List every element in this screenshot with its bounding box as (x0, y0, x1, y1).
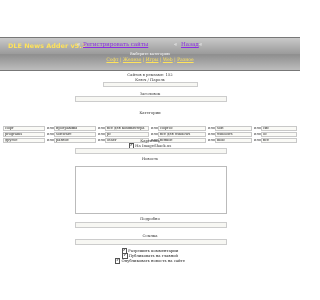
or-label: или (151, 126, 158, 130)
category-field[interactable]: pc (105, 132, 149, 137)
category-field[interactable]: software (54, 132, 96, 137)
separator: « (174, 42, 178, 48)
link-label: Ссылка (142, 233, 158, 238)
app-title: DLE News Adder v5.1 (8, 42, 87, 50)
news-label: Новость (141, 156, 159, 161)
image-url-input[interactable] (75, 148, 227, 154)
nav-games[interactable]: Игры (146, 58, 159, 63)
categories-label: Категории (139, 110, 161, 115)
category-row: софт или программы или все для компьютер… (3, 126, 297, 131)
more-input[interactable] (75, 222, 227, 228)
category-field[interactable]: ос (261, 132, 297, 137)
separator: « (77, 42, 81, 48)
title-input[interactable] (75, 96, 227, 102)
or-label: или (208, 132, 215, 136)
category-field[interactable]: сис (261, 126, 297, 131)
or-label: или (98, 126, 105, 130)
category-nav: Софт | Железо | Игры | Web | Разное (106, 58, 194, 63)
publish-label: Опубликовать новость на сайте (121, 258, 186, 263)
link-input[interactable] (75, 239, 227, 245)
category-field[interactable]: софтос (158, 126, 206, 131)
key-input[interactable] (103, 82, 198, 87)
nav-web[interactable]: Web (163, 58, 173, 63)
category-field[interactable]: soft (215, 126, 252, 131)
publish-checkbox[interactable]: ✔ (114, 258, 121, 264)
separator: « (199, 42, 203, 48)
back-link[interactable]: Назад (181, 42, 199, 48)
category-field[interactable]: программы (54, 126, 96, 131)
or-label: или (208, 126, 215, 130)
or-label: или (47, 126, 54, 130)
category-field[interactable]: programs (3, 132, 45, 137)
header-subtitle: Выберите категорию (129, 52, 171, 56)
app-header: DLE News Adder v5.1 « Регистрировать сай… (0, 37, 300, 71)
category-field[interactable]: все для windows (158, 132, 206, 137)
or-label: или (98, 132, 105, 136)
category-field[interactable]: windows (215, 132, 252, 137)
or-label: или (47, 132, 54, 136)
or-label: или (151, 132, 158, 136)
news-textarea[interactable] (75, 166, 227, 214)
category-row: programs или software или pc или все для… (3, 132, 297, 137)
more-label: Подробно (140, 216, 160, 221)
or-label: или (254, 132, 261, 136)
category-field[interactable]: все для компьютера (105, 126, 149, 131)
register-sites-link[interactable]: Регистрировать сайты (83, 42, 148, 48)
publish-option: ✔ Опубликовать новость на сайте (0, 258, 300, 264)
nav-soft[interactable]: Софт (106, 58, 118, 63)
nav-hardware[interactable]: Железо (123, 58, 141, 63)
nav-misc[interactable]: Разное (177, 58, 194, 63)
category-field[interactable]: софт (3, 126, 45, 131)
or-label: или (254, 126, 261, 130)
